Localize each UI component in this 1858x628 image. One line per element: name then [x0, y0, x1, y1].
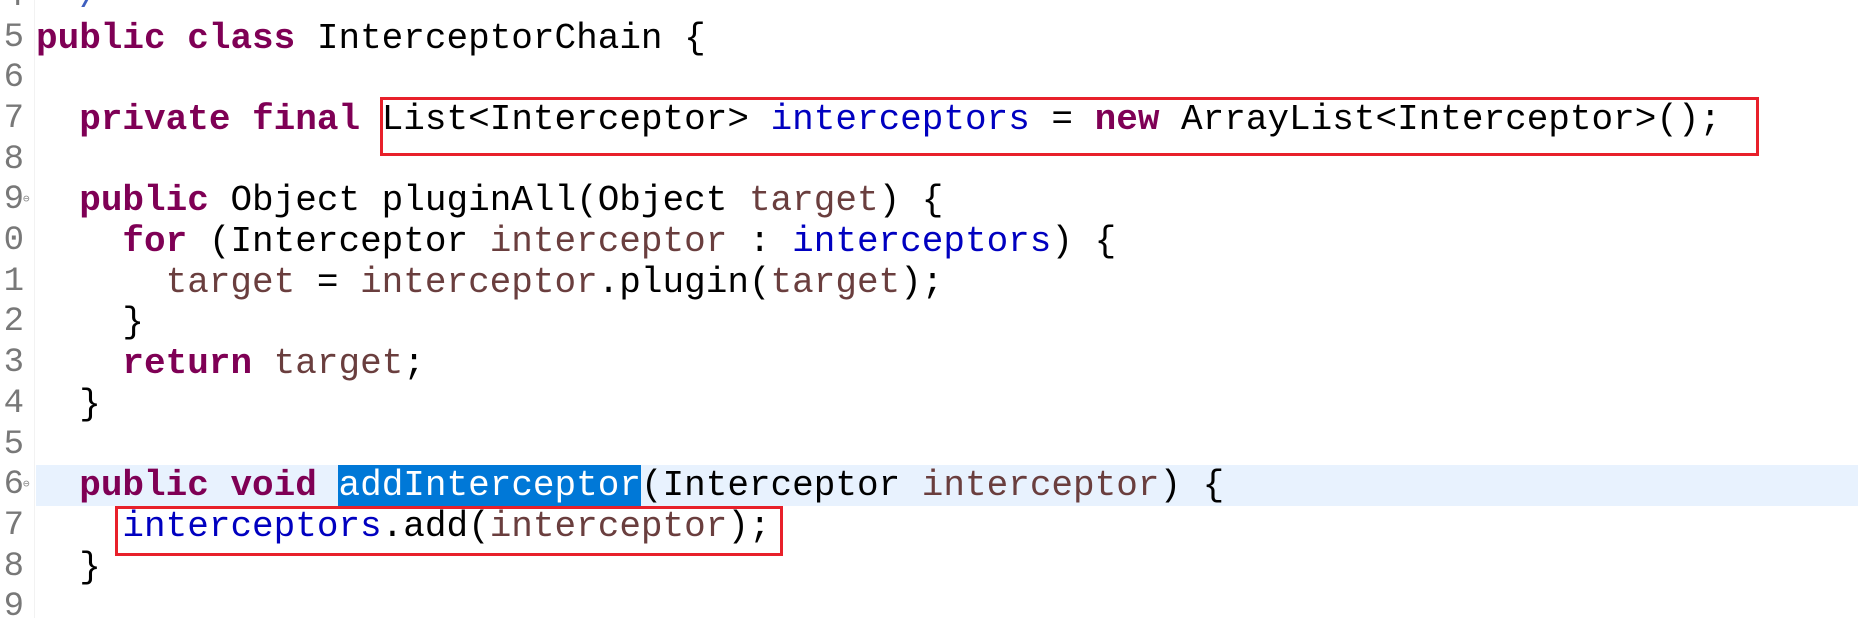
code-token: = — [1029, 98, 1095, 140]
line-number: 6 — [3, 466, 24, 505]
line-number: 8 — [3, 140, 24, 179]
line-number: 3 — [3, 344, 24, 383]
code-line[interactable] — [36, 58, 1858, 99]
keyword-token: public — [79, 465, 209, 507]
code-line[interactable]: public Object pluginAll(Object target) { — [36, 180, 1858, 221]
code-token: } — [36, 546, 101, 588]
code-line[interactable]: } — [36, 547, 1858, 588]
code-token: (Interceptor — [640, 465, 922, 507]
code-token: ); — [727, 505, 771, 547]
field-token: interceptors — [792, 221, 1052, 262]
fold-collapse-icon[interactable]: ⊖ — [23, 465, 33, 506]
line-number: 5 — [3, 18, 24, 57]
code-line[interactable]: return target; — [36, 343, 1858, 384]
field-token: interceptors — [770, 98, 1030, 140]
variable-token: interceptor — [489, 505, 728, 547]
keyword-token: public — [79, 180, 209, 222]
keyword-token: new — [1094, 98, 1160, 140]
code-token: = — [295, 261, 361, 303]
line-number: 6 — [3, 59, 24, 98]
line-number: 9 — [3, 588, 24, 627]
line-number: 9 — [3, 181, 24, 220]
variable-token: target — [165, 261, 296, 303]
code-line[interactable] — [36, 425, 1858, 466]
code-line[interactable] — [36, 587, 1858, 628]
keyword-token: private — [79, 98, 231, 140]
code-token: ) { — [1159, 465, 1225, 507]
code-token: } — [36, 302, 145, 344]
code-token: List<Interceptor> — [360, 98, 771, 140]
comment-token: */ — [36, 0, 101, 18]
variable-token: interceptor — [921, 465, 1160, 507]
code-token: Object pluginAll(Object — [208, 180, 749, 222]
code-line[interactable]: } — [36, 384, 1858, 425]
code-token: ) { — [878, 180, 944, 222]
field-token: interceptors — [122, 505, 382, 547]
keyword-token: class — [187, 17, 296, 59]
code-line[interactable]: */ — [36, 0, 1858, 18]
code-token: .add( — [381, 505, 490, 547]
code-token: (Interceptor — [187, 221, 490, 262]
code-line[interactable]: } — [36, 302, 1858, 343]
code-line[interactable]: target = interceptor.plugin(target); — [36, 262, 1858, 303]
variable-token: interceptor — [360, 261, 598, 303]
variable-token: interceptor — [489, 221, 728, 262]
variable-token: target — [748, 180, 879, 222]
line-number: 2 — [3, 303, 24, 342]
line-number-gutter: 456789⊖0123456⊖789 — [0, 0, 35, 626]
line-number: 7 — [3, 506, 24, 545]
keyword-token: public — [36, 17, 166, 59]
line-number: 7 — [3, 99, 24, 138]
keyword-token: final — [252, 98, 361, 140]
code-token: ; — [403, 343, 425, 385]
variable-token: target — [273, 343, 404, 385]
keyword-token: return — [122, 343, 253, 385]
selected-text: addInterceptor — [338, 465, 641, 507]
code-token: .plugin( — [597, 261, 771, 303]
line-number: 4 — [0, 0, 24, 18]
code-line-current[interactable]: public void addInterceptor(Interceptor i… — [36, 465, 1858, 507]
variable-token: target — [770, 261, 901, 303]
code-line[interactable]: for (Interceptor interceptor : intercept… — [36, 221, 1858, 262]
code-line[interactable]: public class InterceptorChain { — [36, 18, 1858, 59]
line-number: 1 — [3, 262, 24, 301]
code-token: InterceptorChain { — [295, 17, 706, 59]
code-line[interactable]: private final List<Interceptor> intercep… — [36, 99, 1858, 140]
keyword-token: void — [230, 465, 317, 507]
line-number: 8 — [3, 547, 24, 586]
code-token: : — [727, 221, 793, 262]
keyword-token: for — [122, 221, 188, 262]
code-token: ) { — [1051, 221, 1117, 262]
code-line[interactable] — [36, 140, 1858, 181]
code-line[interactable]: interceptors.add(interceptor); — [36, 506, 1858, 547]
line-number: 0 — [3, 222, 24, 260]
line-number: 4 — [3, 384, 24, 423]
code-token: } — [36, 383, 101, 425]
code-token: ArrayList<Interceptor>(); — [1159, 98, 1722, 140]
code-token: ); — [900, 261, 944, 303]
line-number: 5 — [3, 425, 24, 464]
fold-collapse-icon[interactable]: ⊖ — [23, 180, 33, 221]
